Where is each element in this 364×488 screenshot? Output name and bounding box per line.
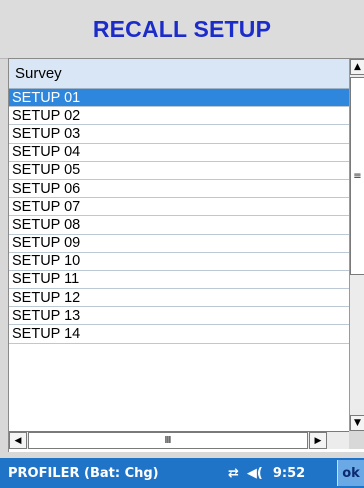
horizontal-scroll-thumb[interactable]: Ⅲ [28, 432, 308, 449]
list-item[interactable]: SETUP 09 [9, 235, 349, 253]
scroll-up-icon[interactable]: ▲ [350, 59, 364, 75]
tray-icons: ⇄ ◀︎( 9:52 [228, 458, 305, 488]
taskbar: PROFILER (Bat: Chg) ⇄ ◀︎( 9:52 ok [0, 458, 364, 488]
ok-button[interactable]: ok [337, 460, 364, 486]
window-title: RECALL SETUP [92, 15, 272, 42]
connectivity-icon[interactable]: ⇄ [228, 466, 239, 481]
list-item[interactable]: SETUP 10 [9, 253, 349, 271]
scrollbar-corner [349, 431, 364, 449]
list-item[interactable]: SETUP 11 [9, 271, 349, 290]
clock[interactable]: 9:52 [273, 466, 305, 481]
list-item[interactable]: SETUP 07 [9, 198, 349, 217]
app-label[interactable]: PROFILER (Bat: Chg) [8, 466, 159, 481]
scroll-left-icon[interactable]: ◀ [9, 432, 27, 449]
vertical-scrollbar[interactable]: ▲ ≡ ▼ [349, 59, 364, 431]
list-item[interactable]: SETUP 14 [9, 325, 349, 344]
scroll-down-icon[interactable]: ▼ [350, 415, 364, 431]
list-item[interactable]: SETUP 01 [9, 89, 349, 108]
list-item[interactable]: SETUP 05 [9, 162, 349, 180]
list-item[interactable]: SETUP 13 [9, 307, 349, 326]
scroll-right-icon[interactable]: ▶ [309, 432, 327, 449]
list-item[interactable]: SETUP 02 [9, 107, 349, 126]
setup-list-frame: Survey SETUP 01 SETUP 02 SETUP 03 SETUP … [8, 58, 364, 453]
speaker-icon[interactable]: ◀︎( [247, 466, 263, 481]
list-item[interactable]: SETUP 04 [9, 144, 349, 162]
list-item[interactable]: SETUP 12 [9, 289, 349, 308]
list-item[interactable]: SETUP 03 [9, 125, 349, 144]
list-item[interactable]: SETUP 08 [9, 216, 349, 235]
list-item[interactable]: SETUP 06 [9, 180, 349, 199]
title-bar: RECALL SETUP [0, 0, 364, 59]
column-header-survey[interactable]: Survey [9, 59, 349, 89]
vertical-scroll-thumb[interactable]: ≡ [350, 77, 364, 275]
setup-list[interactable]: Survey SETUP 01 SETUP 02 SETUP 03 SETUP … [9, 59, 349, 431]
horizontal-scrollbar[interactable]: ◀ Ⅲ ▶ [9, 431, 349, 449]
